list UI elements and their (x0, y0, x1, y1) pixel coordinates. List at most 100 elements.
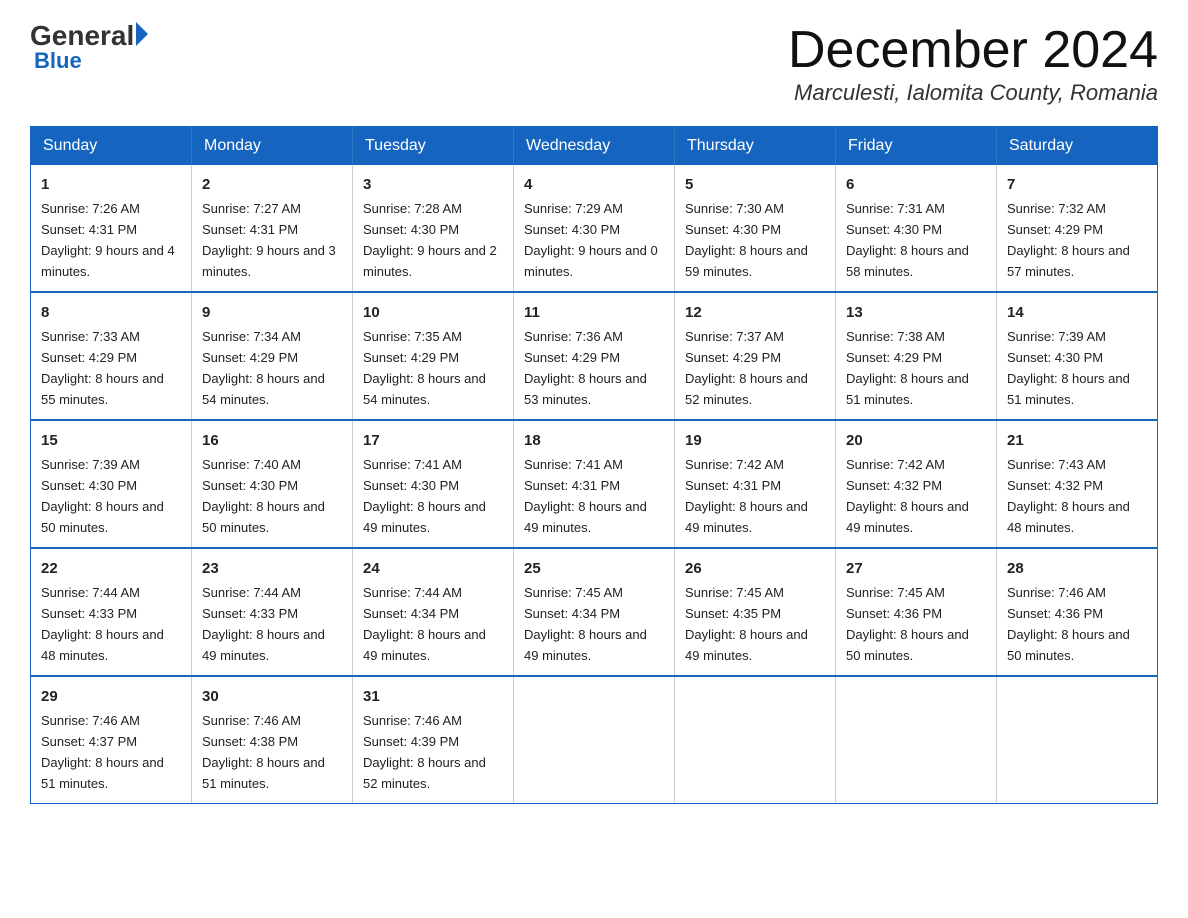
calendar-cell: 1Sunrise: 7:26 AMSunset: 4:31 PMDaylight… (31, 165, 192, 292)
day-sunset: Sunset: 4:30 PM (363, 478, 459, 493)
day-daylight: Daylight: 9 hours and 3 minutes. (202, 243, 336, 279)
calendar-week-row: 8Sunrise: 7:33 AMSunset: 4:29 PMDaylight… (31, 292, 1158, 420)
day-sunset: Sunset: 4:39 PM (363, 734, 459, 749)
calendar-week-row: 15 Sunrise: 7:39 AM Sunset: 4:30 PM Dayligh… (31, 420, 1158, 548)
day-number: 16 (202, 429, 342, 452)
day-sunrise: Sunrise: 7:40 AM (202, 457, 301, 472)
day-sunrise: Sunrise: 7:42 AM (685, 457, 784, 472)
calendar-cell: 17Sunrise: 7:41 AMSunset: 4:30 PMDayligh… (353, 420, 514, 548)
page-header: General Blue December 2024 Marculesti, I… (30, 20, 1158, 106)
day-sunset: Sunset: 4:34 PM (363, 606, 459, 621)
day-daylight: Daylight: 8 hours and 50 minutes. (1007, 627, 1130, 663)
day-number: 6 (846, 173, 986, 196)
calendar-week-row: 22Sunrise: 7:44 AMSunset: 4:33 PMDayligh… (31, 548, 1158, 676)
day-number: 22 (41, 557, 181, 580)
day-sunrise: Sunrise: 7:38 AM (846, 329, 945, 344)
day-sunset: Sunset: 4:29 PM (846, 350, 942, 365)
day-number: 26 (685, 557, 825, 580)
day-sunset: Sunset: 4:33 PM (202, 606, 298, 621)
calendar-cell: 9Sunrise: 7:34 AMSunset: 4:29 PMDaylight… (192, 292, 353, 420)
day-sunset: Sunset: 4:32 PM (1007, 478, 1103, 493)
day-sunset: Sunset: 4:29 PM (202, 350, 298, 365)
calendar-cell (836, 676, 997, 803)
day-sunrise: Sunrise: 7:41 AM (363, 457, 462, 472)
day-of-week-header: Tuesday (353, 127, 514, 166)
calendar-week-row: 1Sunrise: 7:26 AMSunset: 4:31 PMDaylight… (31, 165, 1158, 292)
day-sunset: Sunset: 4:36 PM (1007, 606, 1103, 621)
day-number: 31 (363, 685, 503, 708)
day-daylight: Daylight: 8 hours and 52 minutes. (363, 755, 486, 791)
day-number: 20 (846, 429, 986, 452)
day-sunrise: Sunrise: 7:36 AM (524, 329, 623, 344)
calendar-cell (997, 676, 1158, 803)
month-title: December 2024 (788, 20, 1158, 80)
day-sunrise: Sunrise: 7:45 AM (524, 585, 623, 600)
calendar-cell: 15 Sunrise: 7:39 AM Sunset: 4:30 PM Dayligh… (31, 420, 192, 548)
day-number: 23 (202, 557, 342, 580)
logo-blue-text: Blue (34, 48, 82, 74)
day-sunrise: Sunrise: 7:46 AM (1007, 585, 1106, 600)
calendar-cell: 8Sunrise: 7:33 AMSunset: 4:29 PMDaylight… (31, 292, 192, 420)
day-sunset: Sunset: 4:30 PM (202, 478, 298, 493)
calendar-cell (675, 676, 836, 803)
day-sunrise: Sunrise: 7:39 AM (41, 457, 140, 472)
day-sunrise: Sunrise: 7:28 AM (363, 201, 462, 216)
day-number: 4 (524, 173, 664, 196)
calendar-cell: 24Sunrise: 7:44 AMSunset: 4:34 PMDayligh… (353, 548, 514, 676)
day-of-week-header: Monday (192, 127, 353, 166)
calendar-cell: 28Sunrise: 7:46 AMSunset: 4:36 PMDayligh… (997, 548, 1158, 676)
logo-triangle-icon (136, 22, 148, 46)
day-number: 18 (524, 429, 664, 452)
day-number: 7 (1007, 173, 1147, 196)
day-number: 3 (363, 173, 503, 196)
day-daylight: Daylight: 8 hours and 59 minutes. (685, 243, 808, 279)
calendar-cell: 25Sunrise: 7:45 AMSunset: 4:34 PMDayligh… (514, 548, 675, 676)
day-sunrise: Sunrise: 7:45 AM (846, 585, 945, 600)
calendar-cell: 31 Sunrise: 7:46 AM Sunset: 4:39 PM Dayligh… (353, 676, 514, 803)
day-daylight: Daylight: 8 hours and 51 minutes. (846, 371, 969, 407)
day-sunrise: Sunrise: 7:41 AM (524, 457, 623, 472)
day-sunset: Sunset: 4:29 PM (363, 350, 459, 365)
day-daylight: Daylight: 9 hours and 4 minutes. (41, 243, 175, 279)
calendar-cell: 6Sunrise: 7:31 AMSunset: 4:30 PMDaylight… (836, 165, 997, 292)
calendar-cell (514, 676, 675, 803)
day-daylight: Daylight: 8 hours and 49 minutes. (524, 499, 647, 535)
day-daylight: Daylight: 8 hours and 51 minutes. (202, 755, 325, 791)
day-number: 29 (41, 685, 181, 708)
day-sunset: Sunset: 4:31 PM (685, 478, 781, 493)
day-sunset: Sunset: 4:29 PM (685, 350, 781, 365)
day-sunset: Sunset: 4:31 PM (41, 222, 137, 237)
day-sunset: Sunset: 4:30 PM (1007, 350, 1103, 365)
day-sunset: Sunset: 4:30 PM (685, 222, 781, 237)
day-sunrise: Sunrise: 7:31 AM (846, 201, 945, 216)
day-sunset: Sunset: 4:30 PM (41, 478, 137, 493)
day-sunrise: Sunrise: 7:46 AM (363, 713, 462, 728)
day-sunrise: Sunrise: 7:43 AM (1007, 457, 1106, 472)
calendar-cell: 30Sunrise: 7:46 AMSunset: 4:38 PMDayligh… (192, 676, 353, 803)
calendar-cell: 12Sunrise: 7:37 AMSunset: 4:29 PMDayligh… (675, 292, 836, 420)
day-daylight: Daylight: 8 hours and 51 minutes. (1007, 371, 1130, 407)
day-sunset: Sunset: 4:37 PM (41, 734, 137, 749)
day-number: 21 (1007, 429, 1147, 452)
calendar-cell: 3Sunrise: 7:28 AMSunset: 4:30 PMDaylight… (353, 165, 514, 292)
day-daylight: Daylight: 8 hours and 53 minutes. (524, 371, 647, 407)
day-daylight: Daylight: 8 hours and 49 minutes. (363, 627, 486, 663)
day-daylight: Daylight: 8 hours and 52 minutes. (685, 371, 808, 407)
day-sunrise: Sunrise: 7:30 AM (685, 201, 784, 216)
calendar-cell: 7Sunrise: 7:32 AMSunset: 4:29 PMDaylight… (997, 165, 1158, 292)
day-sunset: Sunset: 4:38 PM (202, 734, 298, 749)
day-sunrise: Sunrise: 7:46 AM (202, 713, 301, 728)
day-sunrise: Sunrise: 7:37 AM (685, 329, 784, 344)
calendar-cell: 23Sunrise: 7:44 AMSunset: 4:33 PMDayligh… (192, 548, 353, 676)
day-sunset: Sunset: 4:32 PM (846, 478, 942, 493)
day-number: 13 (846, 301, 986, 324)
day-daylight: Daylight: 8 hours and 50 minutes. (41, 499, 164, 535)
day-daylight: Daylight: 8 hours and 51 minutes. (41, 755, 164, 791)
day-daylight: Daylight: 8 hours and 55 minutes. (41, 371, 164, 407)
day-number: 10 (363, 301, 503, 324)
day-daylight: Daylight: 8 hours and 54 minutes. (363, 371, 486, 407)
day-number: 15 (41, 429, 181, 452)
day-sunset: Sunset: 4:30 PM (524, 222, 620, 237)
day-sunset: Sunset: 4:36 PM (846, 606, 942, 621)
calendar-cell: 19Sunrise: 7:42 AMSunset: 4:31 PMDayligh… (675, 420, 836, 548)
